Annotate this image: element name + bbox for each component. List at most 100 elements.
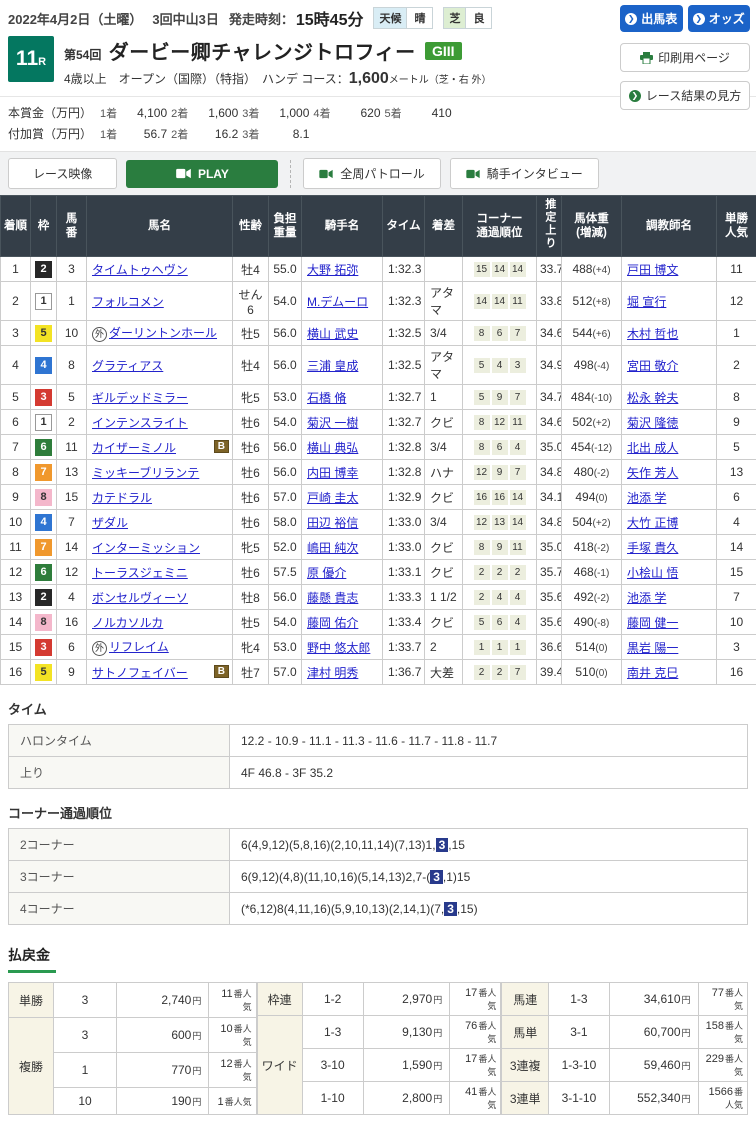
finish-position: 10	[1, 510, 31, 535]
payout-row: 枠連1-22,970円17番人気	[257, 983, 501, 1016]
jockey-interview-button[interactable]: 騎手インタビュー	[450, 158, 599, 189]
jockey-link[interactable]: 大野 拓弥	[307, 263, 358, 277]
margin: クビ	[425, 610, 463, 635]
trainer-link[interactable]: 池添 学	[627, 491, 666, 505]
trainer-link[interactable]: 戸田 博文	[627, 263, 678, 277]
corner-positions: 151414	[463, 257, 537, 282]
corner-position: 4	[492, 590, 508, 605]
horse-link[interactable]: カイザーミノル	[92, 441, 176, 455]
prize-value: 620	[335, 103, 381, 123]
horse-link[interactable]: ノルカソルカ	[92, 616, 163, 630]
corner-row-label: 3コーナー	[9, 861, 230, 893]
horse-name-cell: 外ダーリントンホール	[87, 321, 233, 346]
win-popularity: 10	[717, 610, 756, 635]
race-entries-button[interactable]: ❯ 出馬表	[620, 5, 683, 32]
corner-position: 2	[492, 565, 508, 580]
horse-link[interactable]: ミッキーブリランテ	[92, 466, 199, 480]
trainer-cell: 北出 成人	[622, 435, 717, 460]
results-guide-label: レース結果の見方	[646, 87, 741, 104]
trainer-link[interactable]: 木村 哲也	[627, 327, 678, 341]
jockey-link[interactable]: 嶋田 純次	[307, 541, 358, 555]
horse-link[interactable]: フォルコメン	[92, 295, 164, 309]
trainer-link[interactable]: 手塚 貴久	[627, 541, 678, 555]
race-video-label: レース映像	[8, 158, 117, 189]
trainer-link[interactable]: 池添 学	[627, 591, 666, 605]
bracket-cell: 5	[31, 660, 57, 685]
jockey-link[interactable]: 横山 武史	[307, 327, 358, 341]
bracket-cell: 4	[31, 510, 57, 535]
jockey-link[interactable]: 三浦 皇成	[307, 359, 358, 373]
jockey-link[interactable]: 内田 博幸	[307, 466, 358, 480]
horse-link[interactable]: サトノフェイバー	[92, 666, 188, 680]
payout-popularity: 1566	[709, 1086, 733, 1098]
meeting-day: 3回中山3日	[152, 9, 218, 28]
trainer-link[interactable]: 藤岡 健一	[627, 616, 678, 630]
result-row: 211フォルコメンせん654.0M.デムーロ1:32.3アタマ14141133.…	[1, 282, 756, 321]
jockey-link[interactable]: 田辺 裕信	[307, 516, 358, 530]
jockey-link[interactable]: 横山 典弘	[307, 441, 358, 455]
horse-link[interactable]: タイムトゥヘヴン	[92, 263, 188, 277]
trainer-link[interactable]: 黒岩 陽一	[627, 641, 678, 655]
jockey-cell: 田辺 裕信	[302, 510, 383, 535]
jockey-link[interactable]: 津村 明秀	[307, 666, 358, 680]
bracket-badge: 7	[35, 464, 52, 481]
trainer-link[interactable]: 菊沢 隆徳	[627, 416, 678, 430]
jockey-link[interactable]: 石橋 脩	[307, 391, 346, 405]
trainer-link[interactable]: 南井 克巳	[627, 666, 678, 680]
horse-link[interactable]: ボンセルヴィーソ	[92, 591, 188, 605]
win-popularity: 5	[717, 435, 756, 460]
horse-link[interactable]: リフレイム	[109, 640, 169, 654]
play-button[interactable]: PLAY	[126, 160, 278, 188]
trainer-cell: 大竹 正博	[622, 510, 717, 535]
corner-position: 12	[492, 415, 508, 430]
jockey-link[interactable]: 藤懸 貴志	[307, 591, 358, 605]
payout-amount-cell: 2,800円	[363, 1082, 450, 1115]
print-button[interactable]: 印刷用ページ	[620, 43, 750, 72]
results-guide-button[interactable]: ❯ レース結果の見方	[620, 81, 750, 110]
patrol-label: 全周パトロール	[340, 165, 424, 182]
prize-value: 4,100	[121, 103, 167, 123]
jockey-link[interactable]: 野中 悠太郎	[307, 641, 370, 655]
corner-position: 4	[510, 440, 526, 455]
prize-rank: 3着	[242, 126, 259, 145]
sex-age: 牡6	[233, 485, 269, 510]
carried-weight: 54.0	[269, 410, 302, 435]
trainer-link[interactable]: 宮田 敬介	[627, 359, 678, 373]
jockey-link[interactable]: 原 優介	[307, 566, 346, 580]
horse-link[interactable]: カテドラル	[92, 491, 152, 505]
horse-link[interactable]: ギルデッドミラー	[92, 391, 188, 405]
corner-position: 8	[474, 540, 490, 555]
trainer-link[interactable]: 北出 成人	[627, 441, 678, 455]
sex-age: 牡6	[233, 435, 269, 460]
carried-weight: 53.0	[269, 635, 302, 660]
patrol-video-button[interactable]: 全周パトロール	[303, 158, 440, 189]
jockey-cell: 戸崎 圭太	[302, 485, 383, 510]
horse-link[interactable]: グラティアス	[92, 359, 163, 373]
trainer-link[interactable]: 松永 幹夫	[627, 391, 678, 405]
jockey-link[interactable]: 戸崎 圭太	[307, 491, 358, 505]
horse-link[interactable]: ダーリントンホール	[109, 326, 217, 340]
horse-link[interactable]: インターミッション	[92, 541, 200, 555]
arrow-circle-icon: ❯	[693, 13, 705, 25]
weather-value: 晴	[406, 8, 432, 28]
blinker-badge: B	[214, 440, 229, 453]
trainer-link[interactable]: 小桧山 悟	[627, 566, 678, 580]
last3f-time: 35.7	[537, 560, 562, 585]
horse-link[interactable]: インテンスライト	[92, 416, 188, 430]
sex-age: 牝4	[233, 635, 269, 660]
payout-row: 馬連1-334,610円77番人気	[502, 983, 748, 1016]
jockey-link[interactable]: 菊沢 一樹	[307, 416, 358, 430]
time-row-value: 12.2 - 10.9 - 11.1 - 11.3 - 11.6 - 11.7 …	[230, 725, 748, 757]
jockey-link[interactable]: 藤岡 佑介	[307, 616, 358, 630]
horse-name-cell: グラティアス	[87, 346, 233, 385]
horse-link[interactable]: トーラスジェミニ	[92, 566, 188, 580]
horse-link[interactable]: ザダル	[92, 516, 128, 530]
trainer-link[interactable]: 堀 宣行	[627, 295, 666, 309]
trainer-link[interactable]: 矢作 芳人	[627, 466, 678, 480]
jockey-link[interactable]: M.デムーロ	[307, 295, 368, 309]
margin: 2	[425, 635, 463, 660]
trainer-link[interactable]: 大竹 正博	[627, 516, 678, 530]
horse-name-cell: サトノフェイバーB	[87, 660, 233, 685]
odds-button[interactable]: ❯ オッズ	[688, 5, 751, 32]
side-actions: ❯ 出馬表 ❯ オッズ 印刷用ページ ❯ レース結果の見方	[620, 5, 750, 119]
